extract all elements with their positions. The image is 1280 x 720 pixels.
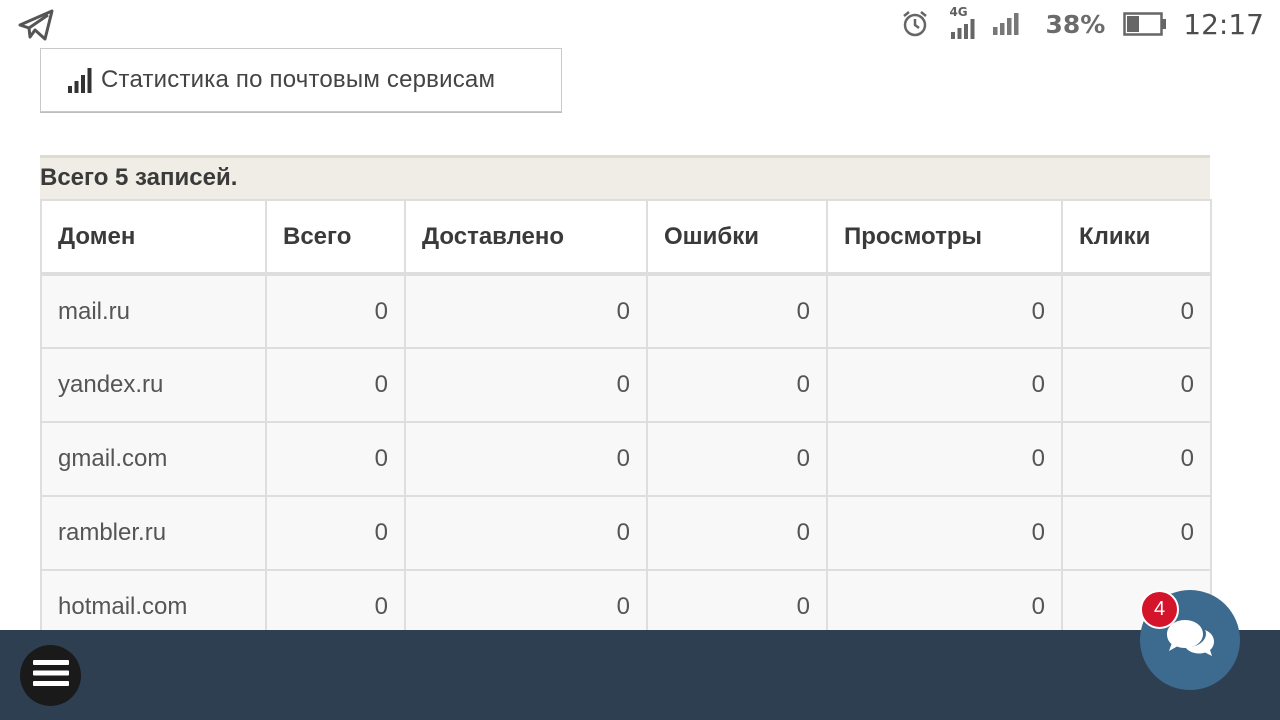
alarm-icon (901, 10, 929, 38)
menu-button[interactable] (20, 645, 81, 706)
clicks-cell: 0 (1061, 495, 1212, 571)
records-count-text: Всего 5 записей. (40, 164, 238, 191)
domain-cell: gmail.com (40, 421, 267, 497)
column-header-views[interactable]: Просмотры (826, 199, 1063, 276)
total-cell: 0 (265, 273, 406, 349)
column-header-total[interactable]: Всего (265, 199, 406, 276)
battery-percent: 38% (1045, 9, 1106, 39)
delivered-cell: 0 (404, 495, 648, 571)
table-row: rambler.ru 0 0 0 0 0 (40, 495, 1212, 571)
errors-cell: 0 (646, 347, 828, 423)
total-cell: 0 (265, 495, 406, 571)
total-cell: 0 (265, 347, 406, 423)
column-header-clicks[interactable]: Клики (1061, 199, 1212, 276)
stats-button-label: Статистика по почтовым сервисам (101, 66, 496, 93)
domain-cell: rambler.ru (40, 495, 267, 571)
table-row: gmail.com 0 0 0 0 0 (40, 421, 1212, 497)
notification-badge: 4 (1140, 590, 1179, 629)
total-cell: 0 (265, 421, 406, 497)
records-summary: Всего 5 записей. (40, 155, 1210, 201)
clock-time: 12:17 (1183, 7, 1264, 41)
signal-4g-icon: 4G (949, 5, 977, 41)
mail-services-stats-button[interactable]: Статистика по почтовым сервисам (40, 48, 562, 112)
column-header-delivered[interactable]: Доставлено (404, 199, 648, 276)
domain-cell: mail.ru (40, 273, 267, 349)
column-header-domain[interactable]: Домен (40, 199, 267, 276)
battery-icon (1123, 12, 1167, 36)
delivered-cell: 0 (404, 347, 648, 423)
views-cell: 0 (826, 347, 1063, 423)
views-cell: 0 (826, 273, 1063, 349)
clicks-cell: 0 (1061, 273, 1212, 349)
table-row: mail.ru 0 0 0 0 0 (40, 273, 1212, 349)
delivered-cell: 0 (404, 421, 648, 497)
domain-stats-table: Домен Всего Доставлено Ошибки Просмотры … (40, 199, 1212, 645)
table-row: yandex.ru 0 0 0 0 0 (40, 347, 1212, 423)
telegram-icon (18, 9, 54, 41)
domain-cell: yandex.ru (40, 347, 267, 423)
views-cell: 0 (826, 421, 1063, 497)
hamburger-menu-icon (32, 658, 69, 693)
errors-cell: 0 (646, 273, 828, 349)
network-type-label: 4G (949, 5, 968, 19)
clicks-cell: 0 (1061, 421, 1212, 497)
errors-cell: 0 (646, 421, 828, 497)
errors-cell: 0 (646, 495, 828, 571)
signal-icon (993, 13, 1019, 35)
table-header-row: Домен Всего Доставлено Ошибки Просмотры … (40, 199, 1212, 276)
delivered-cell: 0 (404, 273, 648, 349)
bottom-navigation-bar (0, 630, 1280, 720)
bar-chart-icon (67, 66, 95, 94)
column-header-errors[interactable]: Ошибки (646, 199, 828, 276)
status-bar: 4G 38% 12:17 (0, 0, 1280, 46)
views-cell: 0 (826, 495, 1063, 571)
clicks-cell: 0 (1061, 347, 1212, 423)
